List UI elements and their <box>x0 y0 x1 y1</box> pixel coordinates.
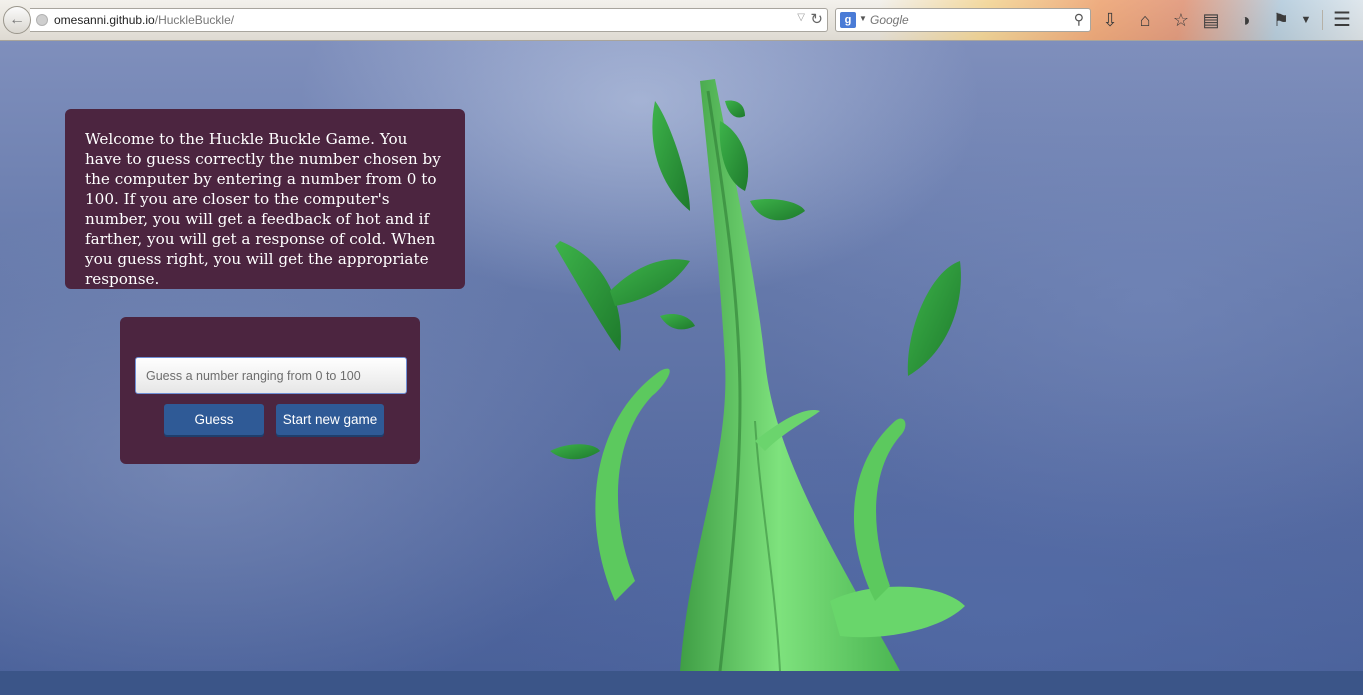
home-icon[interactable]: ⌂ <box>1132 8 1158 32</box>
hamburger-menu-icon[interactable]: ☰ <box>1329 8 1355 32</box>
back-button[interactable]: ← <box>3 6 31 34</box>
beanstalk-illustration <box>550 79 965 671</box>
browser-toolbar: omesanni.github.io/HuckleBuckle/ ▽ ↻ ← g… <box>0 0 1363 41</box>
address-bar[interactable]: omesanni.github.io/HuckleBuckle/ ▽ ↻ <box>30 8 828 32</box>
addon-icon[interactable]: ◑ <box>1232 8 1258 32</box>
addon-flag-icon[interactable]: ⚑ <box>1268 8 1294 32</box>
history-dropdown-icon[interactable]: ▽ <box>797 12 805 23</box>
instructions-text: Welcome to the Huckle Buckle Game. You h… <box>85 130 441 288</box>
toolbar-separator <box>1322 10 1323 30</box>
search-icon[interactable]: ⚲ <box>1074 11 1084 28</box>
back-arrow-icon: ← <box>9 11 25 28</box>
start-new-game-button[interactable]: Start new game <box>276 404 384 435</box>
page-footer-strip <box>0 671 1363 695</box>
engine-dropdown-icon[interactable]: ▼ <box>859 14 867 23</box>
reload-icon[interactable]: ↻ <box>810 10 823 28</box>
bookmark-star-icon[interactable]: ☆ <box>1168 8 1194 32</box>
site-identity-icon[interactable] <box>36 14 48 26</box>
bookmarks-menu-icon[interactable]: ▤ <box>1198 8 1224 32</box>
search-input[interactable] <box>870 13 1060 27</box>
guess-input[interactable] <box>135 357 407 394</box>
downloads-icon[interactable]: ⇩ <box>1097 8 1123 32</box>
guess-button[interactable]: Guess <box>164 404 264 435</box>
instructions-panel: Welcome to the Huckle Buckle Game. You h… <box>65 109 465 289</box>
url-host: omesanni.github.io <box>54 13 155 27</box>
search-engine-icon[interactable]: g <box>840 12 856 28</box>
search-bar[interactable]: g ▼ ⚲ <box>835 8 1091 32</box>
page-background: Welcome to the Huckle Buckle Game. You h… <box>0 41 1363 671</box>
address-url[interactable]: omesanni.github.io/HuckleBuckle/ <box>54 13 234 27</box>
overflow-chevron-down-icon[interactable]: ▼ <box>1293 8 1319 32</box>
guess-form: Guess Start new game <box>120 317 420 464</box>
url-path: /HuckleBuckle/ <box>154 13 235 27</box>
